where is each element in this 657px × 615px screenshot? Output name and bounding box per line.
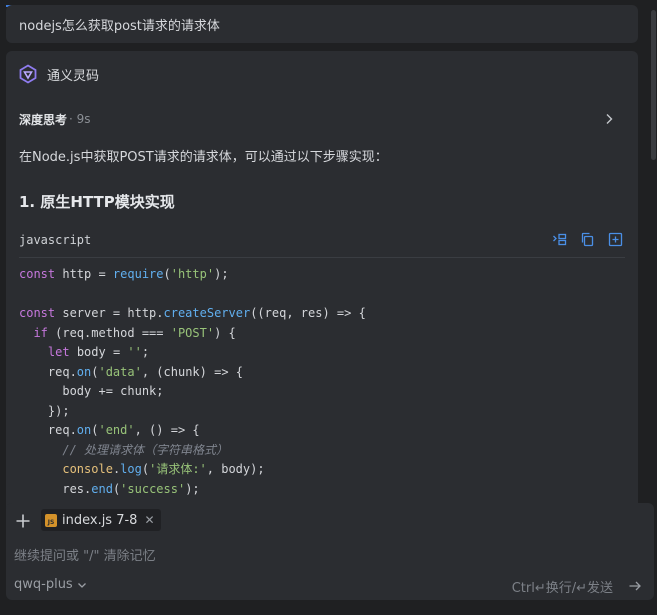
code-line: // 处理请求体（字符串格式） <box>62 442 229 457</box>
code-block: const http = require('http'); const serv… <box>19 265 366 499</box>
thinking-time: · 9s <box>69 112 91 126</box>
context-file-chip[interactable]: JS index.js 7-8 ✕ <box>41 509 161 531</box>
thinking-label: 深度思考 <box>19 112 68 127</box>
chevron-down-icon <box>77 582 86 588</box>
chat-input-field[interactable]: 继续提问或 "/" 清除记忆 <box>14 545 156 564</box>
js-file-icon: JS <box>45 513 57 527</box>
add-context-icon[interactable] <box>14 512 32 530</box>
tongyi-logo-icon <box>19 64 37 84</box>
close-icon[interactable]: ✕ <box>144 513 154 527</box>
code-line: body += chunk; <box>19 384 164 398</box>
copy-icon[interactable] <box>580 232 595 247</box>
model-select[interactable]: qwq-plus <box>14 577 87 592</box>
code-language-label: javascript <box>19 233 92 247</box>
chat-input-panel: JS index.js 7-8 ✕ 继续提问或 "/" 清除记忆 qwq-plu… <box>6 503 654 600</box>
code-line: req.on('end', () => { <box>19 423 200 437</box>
assistant-response-card: 通义灵码 深度思考 · 9s 在Node.js中获取POST请求的请求体，可以通… <box>6 51 638 511</box>
user-message-text: nodejs怎么获取post请求的请求体 <box>19 19 220 34</box>
code-block-header: javascript <box>19 230 625 258</box>
assistant-name: 通义灵码 <box>47 68 100 84</box>
code-line: req.on('data', (chunk) => { <box>19 364 243 379</box>
code-line: console.log('请求体:', body); <box>62 462 265 476</box>
insert-code-icon[interactable] <box>552 232 567 247</box>
code-line: }); <box>19 403 70 418</box>
keyboard-hint: Ctrl↵换行/↵发送 <box>511 581 613 596</box>
chevron-right-icon[interactable] <box>601 111 617 127</box>
code-line: const http = require('http'); <box>19 267 229 281</box>
code-line: const server = http.createServer((req, r… <box>19 306 366 320</box>
assistant-header: 通义灵码 <box>18 64 99 84</box>
scrollbar-thumb[interactable] <box>651 10 656 160</box>
model-name: qwq-plus <box>14 577 73 592</box>
code-line: if (req.method === 'POST') { <box>33 325 236 340</box>
code-line: let body = ''; <box>47 345 150 359</box>
response-intro: 在Node.js中获取POST请求的请求体，可以通过以下步骤实现： <box>19 150 388 165</box>
context-file-name: index.js 7-8 <box>62 512 138 528</box>
send-arrow-icon[interactable] <box>628 579 642 593</box>
code-actions <box>552 232 623 247</box>
user-message: nodejs怎么获取post请求的请求体 <box>6 5 638 43</box>
section-heading: 1. 原生HTTP模块实现 <box>19 193 175 211</box>
code-line: res.end('success'); <box>19 481 200 496</box>
deep-thinking-toggle[interactable]: 深度思考 · 9s <box>19 110 617 128</box>
new-file-icon[interactable] <box>608 232 623 247</box>
